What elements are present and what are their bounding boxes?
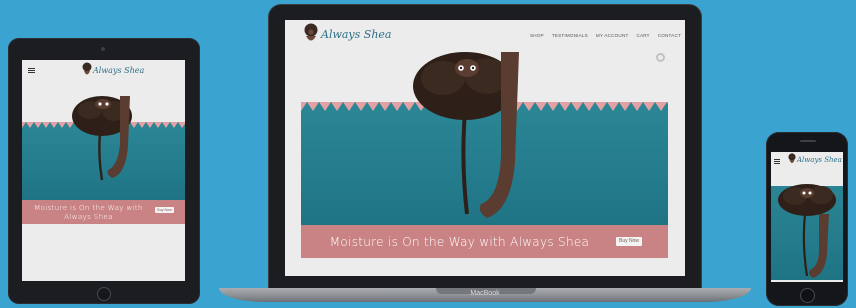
- logo-figure-icon: [788, 153, 796, 163]
- hamburger-menu-icon[interactable]: [28, 68, 35, 73]
- home-button-icon[interactable]: [800, 288, 815, 303]
- laptop-brand-label: MacBook: [470, 290, 500, 297]
- site-logo[interactable]: Always Shea: [82, 62, 144, 78]
- main-nav: SHOP TESTIMONIALS MY ACCOUNT CART CONTAC…: [530, 33, 681, 38]
- site-logo[interactable]: Always Shea: [303, 23, 391, 45]
- laptop-screen: Always Shea SHOP TESTIMONIALS MY ACCOUNT…: [285, 20, 685, 276]
- logo-figure-icon: [304, 23, 318, 41]
- hero-figure-illustration: [778, 184, 836, 278]
- nav-contact[interactable]: CONTACT: [658, 33, 681, 38]
- phone-speaker: [800, 140, 816, 142]
- nav-shop[interactable]: SHOP: [530, 33, 544, 38]
- logo-text: Always Shea: [321, 27, 392, 41]
- phone-screen: Always Shea: [771, 152, 843, 282]
- hamburger-menu-icon[interactable]: [774, 159, 780, 164]
- home-button-icon[interactable]: [97, 287, 111, 301]
- hero-tagline: Moisture is On the Way with Always Shea: [34, 203, 143, 221]
- camera-icon: [101, 47, 105, 51]
- buy-now-button[interactable]: Buy Now: [616, 237, 642, 246]
- loading-spinner-icon: [656, 53, 665, 62]
- site-logo[interactable]: Always Shea: [788, 153, 842, 166]
- nav-cart[interactable]: CART: [636, 33, 649, 38]
- hero-figure-illustration: [413, 52, 519, 218]
- logo-figure-icon: [82, 62, 92, 75]
- hero-tagline: Moisture is On the Way with Always Shea: [329, 234, 590, 249]
- buy-now-button[interactable]: Buy Now: [155, 207, 174, 213]
- nav-testimonials[interactable]: TESTIMONIALS: [552, 33, 588, 38]
- nav-my-account[interactable]: MY ACCOUNT: [596, 33, 629, 38]
- tablet-screen: Always Shea Moisture is On the Way with …: [22, 60, 185, 281]
- logo-text: Always Shea: [797, 155, 842, 164]
- hero-pink-band: Moisture is On the Way with Always Shea: [301, 225, 668, 258]
- logo-text: Always Shea: [93, 65, 145, 75]
- hero-figure-illustration: [72, 96, 132, 181]
